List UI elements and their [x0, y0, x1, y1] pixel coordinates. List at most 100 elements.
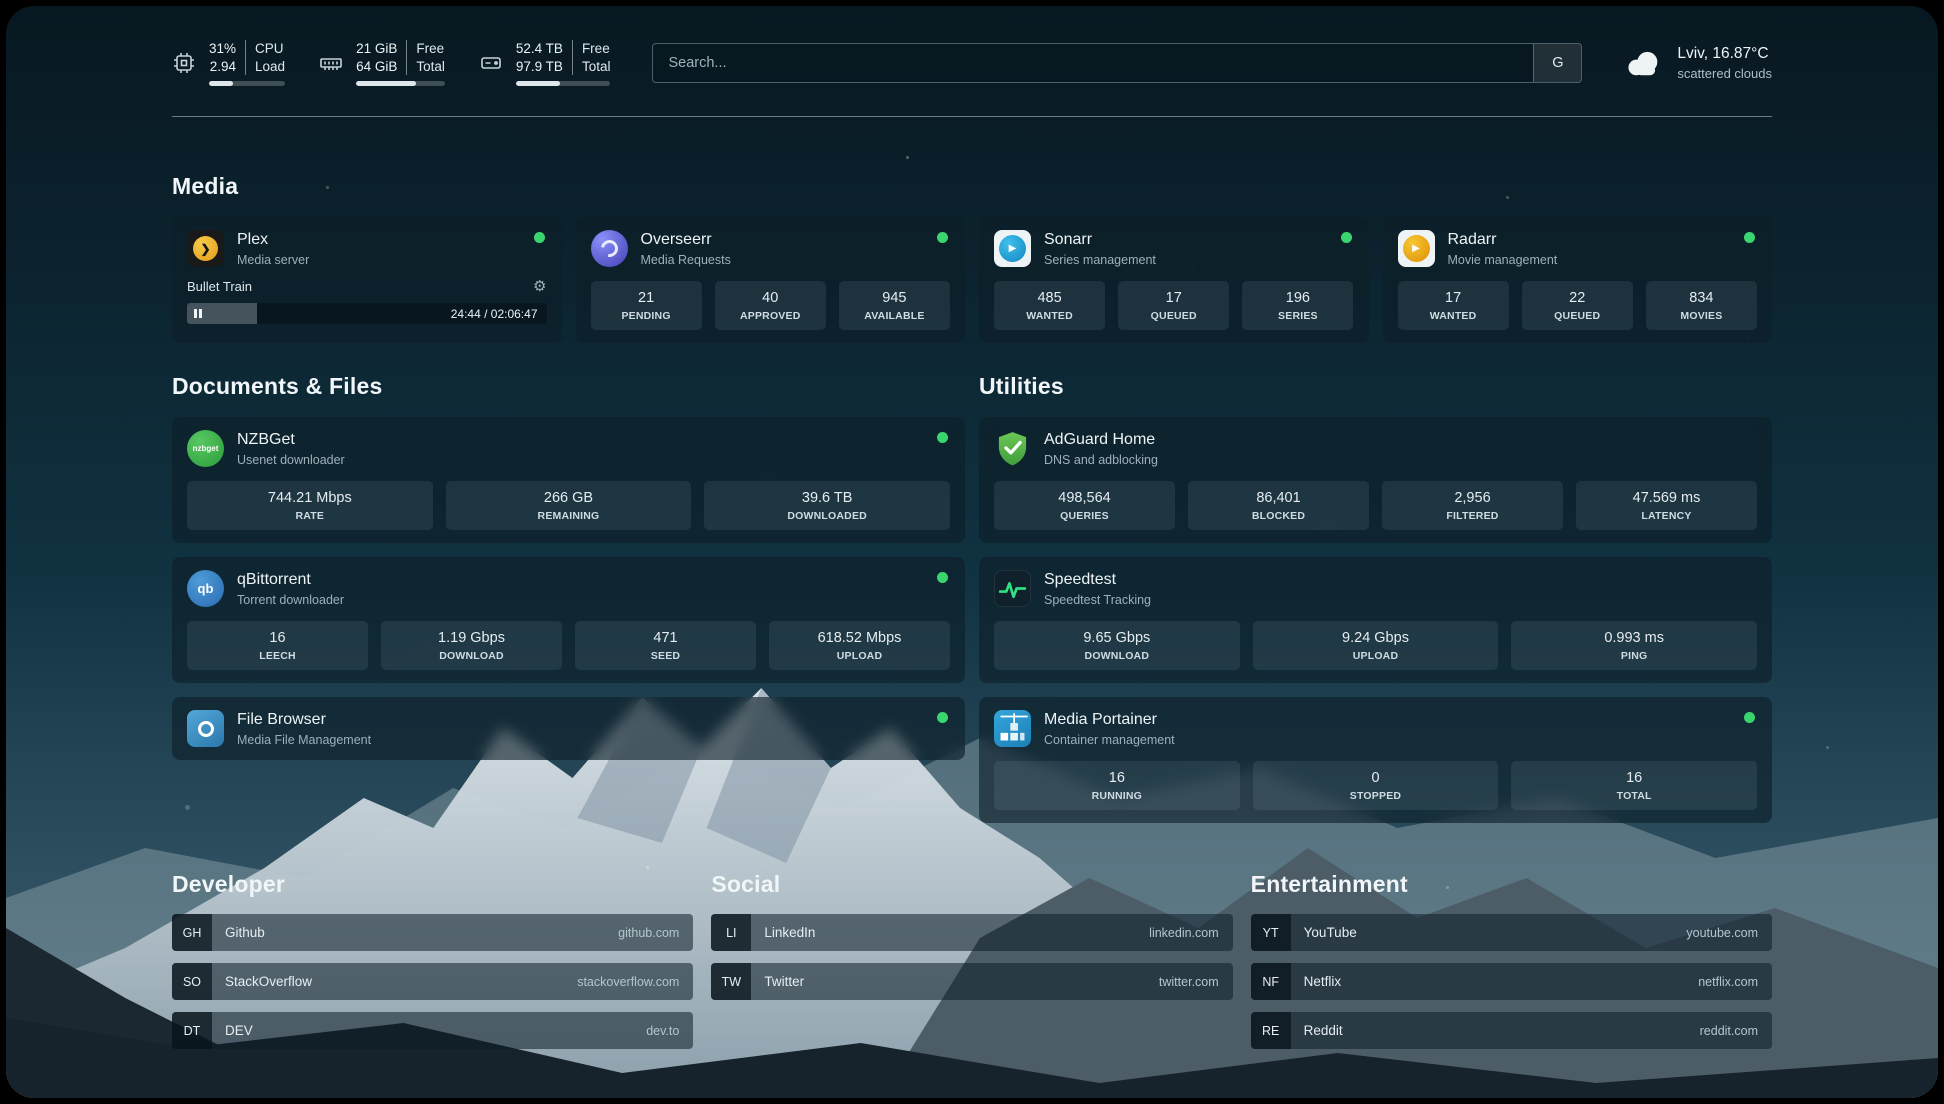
- playback-time: 24:44 / 02:06:47: [451, 307, 538, 321]
- ram-progress-bar: [356, 81, 445, 86]
- overseerr-card[interactable]: Overseerr Media Requests 21 PENDING 40 A…: [576, 217, 966, 343]
- stat-value: 266 GB: [450, 490, 688, 506]
- stat-label: BLOCKED: [1192, 510, 1365, 522]
- gear-icon[interactable]: ⚙: [533, 279, 546, 294]
- bookmark-stackoverflow[interactable]: SO StackOverflow stackoverflow.com: [172, 963, 693, 1000]
- stat-box: 47.569 ms LATENCY: [1576, 481, 1757, 530]
- stat-box: 744.21 Mbps RATE: [187, 481, 433, 530]
- stat-label: AVAILABLE: [843, 310, 946, 322]
- nzbget-card[interactable]: nzbget NZBGet Usenet downloader 744.21 M…: [172, 417, 965, 543]
- stat-box: 471 SEED: [575, 621, 756, 670]
- now-playing-title: Bullet Train: [187, 279, 252, 294]
- app-desc: Usenet downloader: [237, 453, 345, 467]
- app-desc: Media File Management: [237, 733, 371, 747]
- stat-label: QUERIES: [998, 510, 1171, 522]
- app-desc: Media Requests: [641, 253, 731, 267]
- app-name: Overseerr: [641, 231, 731, 249]
- bookmark-name: Reddit: [1304, 1023, 1343, 1038]
- status-dot: [1341, 232, 1352, 243]
- bookmark-url: stackoverflow.com: [577, 975, 679, 989]
- cpu-load-value: 2.94: [210, 58, 236, 76]
- stat-value: 22: [1526, 290, 1629, 306]
- bookmark-youtube[interactable]: YT YouTube youtube.com: [1251, 914, 1772, 951]
- bookmark-reddit[interactable]: RE Reddit reddit.com: [1251, 1012, 1772, 1049]
- bookmark-abbr: RE: [1251, 1012, 1291, 1049]
- sonarr-card[interactable]: ▶ Sonarr Series management 485 WANTED 17…: [979, 217, 1369, 343]
- app-name: Plex: [237, 231, 309, 249]
- stat-label: REMAINING: [450, 510, 688, 522]
- disk-free-label: Free: [582, 40, 610, 58]
- section-title-social: Social: [711, 871, 1232, 898]
- stat-value: 47.569 ms: [1580, 490, 1753, 506]
- bookmark-abbr: LI: [711, 914, 751, 951]
- search-engine-button[interactable]: G: [1533, 44, 1581, 82]
- cpu-progress-bar: [209, 81, 285, 86]
- bookmark-netflix[interactable]: NF Netflix netflix.com: [1251, 963, 1772, 1000]
- stat-box: 618.52 Mbps UPLOAD: [769, 621, 950, 670]
- cloud-icon: [1624, 48, 1664, 78]
- divider: [172, 116, 1772, 117]
- disk-free-value: 52.4 TB: [516, 40, 563, 58]
- stat-box: 16 LEECH: [187, 621, 368, 670]
- bookmark-abbr: TW: [711, 963, 751, 1000]
- disk-total-value: 97.9 TB: [516, 58, 563, 76]
- filebrowser-icon: [187, 710, 224, 747]
- app-desc: Torrent downloader: [237, 593, 344, 607]
- stat-value: 2,956: [1386, 490, 1559, 506]
- stat-label: SERIES: [1246, 310, 1349, 322]
- stat-value: 9.24 Gbps: [1257, 630, 1495, 646]
- cpu-load-label: Load: [255, 58, 285, 76]
- bookmark-url: netflix.com: [1698, 975, 1758, 989]
- stat-label: UPLOAD: [1257, 650, 1495, 662]
- plex-icon: ❯: [187, 230, 224, 267]
- stat-label: SEED: [579, 650, 752, 662]
- stat-label: WANTED: [1402, 310, 1505, 322]
- stat-label: QUEUED: [1526, 310, 1629, 322]
- stat-value: 21: [595, 290, 698, 306]
- cpu-metric: 31% 2.94 CPU Load: [172, 40, 285, 86]
- stat-label: LEECH: [191, 650, 364, 662]
- bookmark-abbr: YT: [1251, 914, 1291, 951]
- stat-value: 39.6 TB: [708, 490, 946, 506]
- sonarr-icon: ▶: [994, 230, 1031, 267]
- app-name: Radarr: [1448, 231, 1558, 249]
- app-desc: Container management: [1044, 733, 1175, 747]
- stat-value: 40: [719, 290, 822, 306]
- app-name: Sonarr: [1044, 231, 1156, 249]
- bookmark-twitter[interactable]: TW Twitter twitter.com: [711, 963, 1232, 1000]
- section-title-entertainment: Entertainment: [1251, 871, 1772, 898]
- stat-value: 744.21 Mbps: [191, 490, 429, 506]
- filebrowser-card[interactable]: File Browser Media File Management: [172, 697, 965, 760]
- app-name: File Browser: [237, 711, 371, 729]
- stat-box: 0.993 ms PING: [1511, 621, 1757, 670]
- section-title-documents: Documents & Files: [172, 373, 965, 400]
- portainer-card[interactable]: Media Portainer Container management 16 …: [979, 697, 1772, 823]
- stat-value: 471: [579, 630, 752, 646]
- playback-progress-bar[interactable]: 24:44 / 02:06:47: [187, 303, 547, 324]
- bookmark-name: StackOverflow: [225, 974, 312, 989]
- adguard-shield-icon: [994, 430, 1031, 467]
- stat-label: RUNNING: [998, 790, 1236, 802]
- stat-value: 618.52 Mbps: [773, 630, 946, 646]
- search-input[interactable]: [653, 44, 1533, 82]
- system-metrics: 31% 2.94 CPU Load: [172, 40, 610, 86]
- bookmark-github[interactable]: GH Github github.com: [172, 914, 693, 951]
- app-desc: Media server: [237, 253, 309, 267]
- speedtest-card[interactable]: Speedtest Speedtest Tracking 9.65 Gbps D…: [979, 557, 1772, 683]
- pause-icon[interactable]: [194, 309, 202, 318]
- plex-card[interactable]: ❯ Plex Media server Bullet Train ⚙ 24:44…: [172, 217, 562, 343]
- adguard-card[interactable]: AdGuard Home DNS and adblocking 498,564 …: [979, 417, 1772, 543]
- overseerr-icon: [591, 230, 628, 267]
- media-grid: ❯ Plex Media server Bullet Train ⚙ 24:44…: [172, 217, 1772, 343]
- play-glyph: ▶: [1412, 243, 1420, 254]
- ram-total-value: 64 GiB: [356, 58, 397, 76]
- app-name: Media Portainer: [1044, 711, 1175, 729]
- radarr-card[interactable]: ▶ Radarr Movie management 17 WANTED 22 Q…: [1383, 217, 1773, 343]
- bookmark-dev[interactable]: DT DEV dev.to: [172, 1012, 693, 1049]
- bookmark-linkedin[interactable]: LI LinkedIn linkedin.com: [711, 914, 1232, 951]
- portainer-icon: [994, 710, 1031, 747]
- qbittorrent-card[interactable]: qb qBittorrent Torrent downloader 16 LEE…: [172, 557, 965, 683]
- ram-total-label: Total: [416, 58, 445, 76]
- stat-value: 834: [1650, 290, 1753, 306]
- stat-value: 16: [1515, 770, 1753, 786]
